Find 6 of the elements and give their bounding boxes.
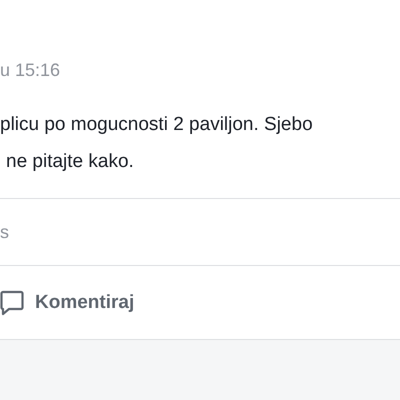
post-text-line: plicu po mogucnosti 2 paviljon. Sjebo <box>0 113 314 137</box>
post-timestamp[interactable]: u 15:16 <box>0 56 400 84</box>
post-stats[interactable]: s <box>0 199 400 266</box>
post-text-line: ne pitajte kako. <box>5 150 135 174</box>
comment-button[interactable]: Komentiraj <box>0 290 134 316</box>
speech-bubble-icon <box>0 290 24 316</box>
